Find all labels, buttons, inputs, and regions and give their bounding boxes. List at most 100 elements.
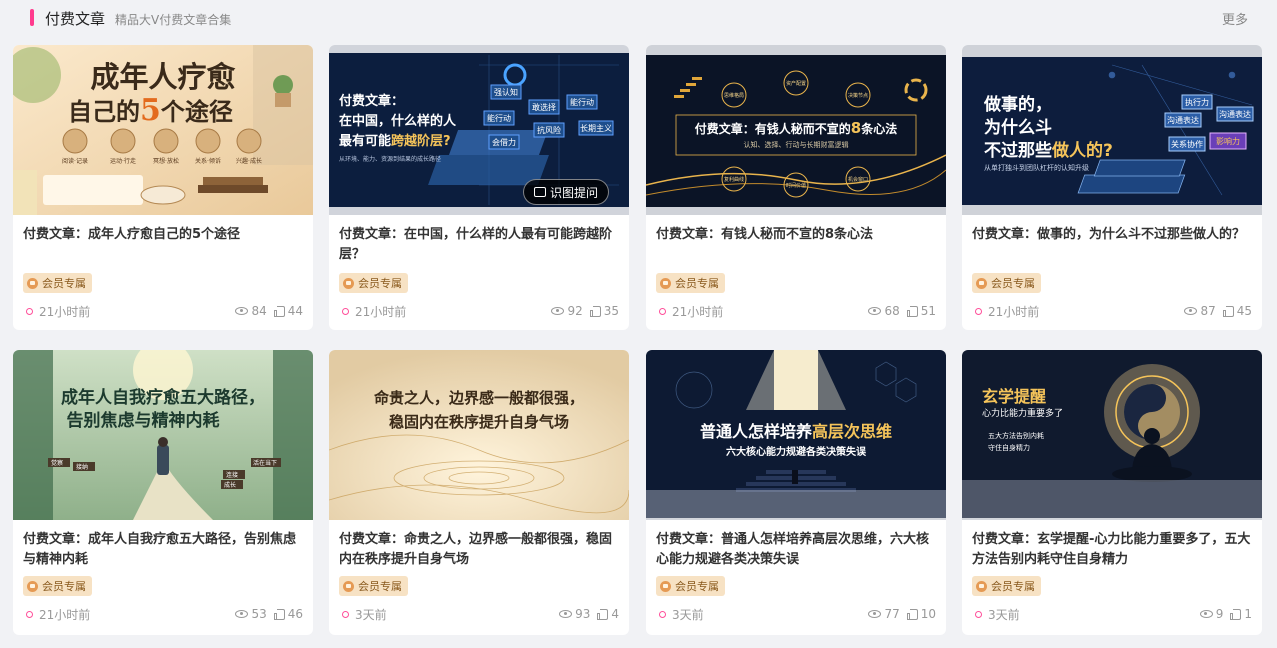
thumb-line1c: 条心法 xyxy=(860,121,897,136)
thumb-tag-4: 抗风险 xyxy=(537,125,561,135)
article-card[interactable]: 成年人疗愈 自己的5个途径 阅读·记录 运动·行走 冥想·放松 关系·倾诉 兴趣… xyxy=(13,45,313,330)
thumb-node-4: 时间价值 xyxy=(786,182,806,189)
thumbs-up-icon[interactable] xyxy=(273,305,285,317)
article-thumbnail[interactable]: 做事的， 为什么斗 不过那些做人的? 从单打独斗到团队杠杆的认知升级 执行力 沟… xyxy=(962,45,1262,215)
thumbs-up-icon[interactable] xyxy=(589,305,601,317)
like-count: 10 xyxy=(920,607,936,621)
article-title[interactable]: 付费文章：做事的，为什么斗不过那些做人的？ xyxy=(972,225,1254,245)
article-thumbnail[interactable]: 成年人疗愈 自己的5个途径 阅读·记录 运动·行走 冥想·放松 关系·倾诉 兴趣… xyxy=(13,45,313,215)
article-title[interactable]: 付费文章：在中国，什么样的人最有可能跨越阶层？ xyxy=(339,225,621,265)
member-badge: 会员专属 xyxy=(23,576,92,596)
article-thumbnail[interactable]: 成年人自我疗愈五大路径， 告别焦虑与精神内耗 觉察 接纳 连接 成长 活在当下 xyxy=(13,350,313,520)
thumb-tag-5: 长期主义 xyxy=(580,123,612,133)
article-meta: 21小时前 87 45 xyxy=(972,303,1252,319)
like-count: 1 xyxy=(1244,607,1252,621)
badge-label: 会员专属 xyxy=(675,277,719,290)
more-link[interactable]: 更多 xyxy=(1222,9,1248,28)
section-header: 付费文章 精品大V付费文章合集 更多 xyxy=(0,0,1277,36)
thumb-line2b: 5 xyxy=(140,93,161,128)
like-count: 35 xyxy=(603,304,619,318)
thumb-subtitle: 认知、选择、行动与长期财富逻辑 xyxy=(744,140,849,149)
article-card[interactable]: 玄学提醒 心力比能力重要多了 五大方法告别内耗 守住自身精力 付费文章：玄学提醒… xyxy=(962,350,1262,635)
thumb-subtitle: 从环境、能力、资源到结果的成长路径 xyxy=(339,155,441,163)
thumb-node-3: 复利曲线 xyxy=(724,176,744,183)
article-thumbnail[interactable]: 命贵之人，边界感一般都很强， 稳固内在秩序提升自身气场 xyxy=(329,350,629,520)
badge-label: 会员专属 xyxy=(358,580,402,593)
thumb-line1: 命贵之人，边界感一般都很强， xyxy=(373,389,584,407)
article-card[interactable]: 做事的， 为什么斗 不过那些做人的? 从单打独斗到团队杠杆的认知升级 执行力 沟… xyxy=(962,45,1262,330)
publish-time: 21小时前 xyxy=(672,304,724,319)
article-meta: 3天前 77 10 xyxy=(656,606,936,622)
member-badge: 会员专属 xyxy=(23,273,92,293)
thumbs-up-icon[interactable] xyxy=(1222,305,1234,317)
time-dot-icon xyxy=(975,307,982,315)
section-accent-bar xyxy=(30,9,34,26)
svg-text:付费文章：有钱人秘而不宣的8条心法: 付费文章：有钱人秘而不宣的8条心法 xyxy=(695,119,897,137)
article-meta: 3天前 93 4 xyxy=(339,606,619,622)
thumb-label-4: 兴趣·成长 xyxy=(236,157,262,165)
member-badge: 会员专属 xyxy=(972,576,1041,596)
badge-label: 会员专属 xyxy=(675,580,719,593)
article-thumbnail[interactable]: 普通人怎样培养高层次思维 六大核心能力规避各类决策失误 xyxy=(646,350,946,520)
thumb-tag-4: 影响力 xyxy=(1216,136,1240,146)
time-dot-icon xyxy=(342,610,349,618)
article-thumbnail[interactable]: 思维格局 资产配置 决策节点 复利曲线 时间价值 机会窗口 付费文章：有钱人秘而… xyxy=(646,45,946,215)
article-card[interactable]: 普通人怎样培养高层次思维 六大核心能力规避各类决策失误 付费文章：普通人怎样培养… xyxy=(646,350,946,635)
article-meta: 21小时前 53 46 xyxy=(23,606,303,622)
badge-label: 会员专属 xyxy=(42,277,86,290)
eye-icon xyxy=(551,307,565,315)
time-dot-icon xyxy=(659,610,666,618)
ocr-ask-button[interactable]: 识图提问 xyxy=(522,179,609,205)
thumb-node-1: 资产配置 xyxy=(786,80,806,87)
thumbs-up-icon[interactable] xyxy=(906,608,918,620)
thumb-label-1: 运动·行走 xyxy=(110,157,136,165)
eye-icon xyxy=(1184,307,1198,315)
article-thumbnail[interactable]: 玄学提醒 心力比能力重要多了 五大方法告别内耗 守住自身精力 xyxy=(962,350,1262,520)
thumbs-up-icon[interactable] xyxy=(906,305,918,317)
like-count: 46 xyxy=(287,607,303,621)
thumb-line2b: 跨越阶层? xyxy=(391,133,451,149)
thumb-line3b: 做人的? xyxy=(1051,140,1113,161)
article-card[interactable]: 思维格局 资产配置 决策节点 复利曲线 时间价值 机会窗口 付费文章：有钱人秘而… xyxy=(646,45,946,330)
thumbnail-image-healing-paths: 成年人疗愈 自己的5个途径 阅读·记录 运动·行走 冥想·放松 关系·倾诉 兴趣… xyxy=(13,45,313,215)
eye-icon xyxy=(868,307,882,315)
badge-label: 会员专属 xyxy=(991,580,1035,593)
article-title[interactable]: 付费文章：命贵之人，边界感一般都很强，稳固内在秩序提升自身气场 xyxy=(339,530,621,570)
thumb-tag-1: 敢选择 xyxy=(532,102,556,112)
thumbs-up-icon[interactable] xyxy=(273,608,285,620)
article-title[interactable]: 付费文章：成年人自我疗愈五大路径，告别焦虑与精神内耗 xyxy=(23,530,305,570)
article-title[interactable]: 付费文章：成年人疗愈自己的5个途径 xyxy=(23,225,305,245)
time-dot-icon xyxy=(659,307,666,315)
article-meta: 21小时前 92 35 xyxy=(339,303,619,319)
article-thumbnail[interactable]: 付费文章： 在中国，什么样的人 最有可能跨越阶层? 从环境、能力、资源到结果的成… xyxy=(329,45,629,215)
thumb-node-5: 机会窗口 xyxy=(848,176,868,183)
crown-icon xyxy=(27,277,38,289)
article-card[interactable]: 成年人自我疗愈五大路径， 告别焦虑与精神内耗 觉察 接纳 连接 成长 活在当下 … xyxy=(13,350,313,635)
publish-time: 3天前 xyxy=(672,607,704,622)
thumb-line1b: 高层次思维 xyxy=(812,422,892,441)
thumb-line1: 玄学提醒 xyxy=(982,387,1046,406)
thumbs-up-icon[interactable] xyxy=(1230,608,1242,620)
article-title[interactable]: 付费文章：玄学提醒-心力比能力重要多了，五大方法告别内耗守住自身精力 xyxy=(972,530,1254,570)
crown-icon xyxy=(660,580,671,592)
like-count: 4 xyxy=(611,607,619,621)
section-title: 付费文章 xyxy=(45,10,106,28)
article-title[interactable]: 付费文章：有钱人秘而不宣的8条心法 xyxy=(656,225,938,245)
thumbs-up-icon[interactable] xyxy=(597,608,609,620)
publish-time: 21小时前 xyxy=(988,304,1040,319)
article-card[interactable]: 付费文章： 在中国，什么样的人 最有可能跨越阶层? 从环境、能力、资源到结果的成… xyxy=(329,45,629,330)
member-badge: 会员专属 xyxy=(656,273,725,293)
thumb-tag-1: 沟通表达 xyxy=(1219,109,1251,119)
view-count: 9 xyxy=(1215,607,1224,621)
article-card[interactable]: 命贵之人，边界感一般都很强， 稳固内在秩序提升自身气场 付费文章：命贵之人，边界… xyxy=(329,350,629,635)
thumb-label-2: 冥想·放松 xyxy=(153,157,179,165)
thumb-tag-2: 沟通表达 xyxy=(1167,115,1199,125)
publish-time: 21小时前 xyxy=(39,607,91,622)
badge-label: 会员专属 xyxy=(42,580,86,593)
like-count: 44 xyxy=(287,304,303,318)
article-title[interactable]: 付费文章：普通人怎样培养高层次思维，六大核心能力规避各类决策失误 xyxy=(656,530,938,570)
thumb-tag-3: 关系协作 xyxy=(1171,139,1203,149)
view-count: 93 xyxy=(575,607,591,621)
thumb-node-2: 决策节点 xyxy=(848,92,868,99)
thumb-label-3: 关系·倾诉 xyxy=(195,157,221,165)
